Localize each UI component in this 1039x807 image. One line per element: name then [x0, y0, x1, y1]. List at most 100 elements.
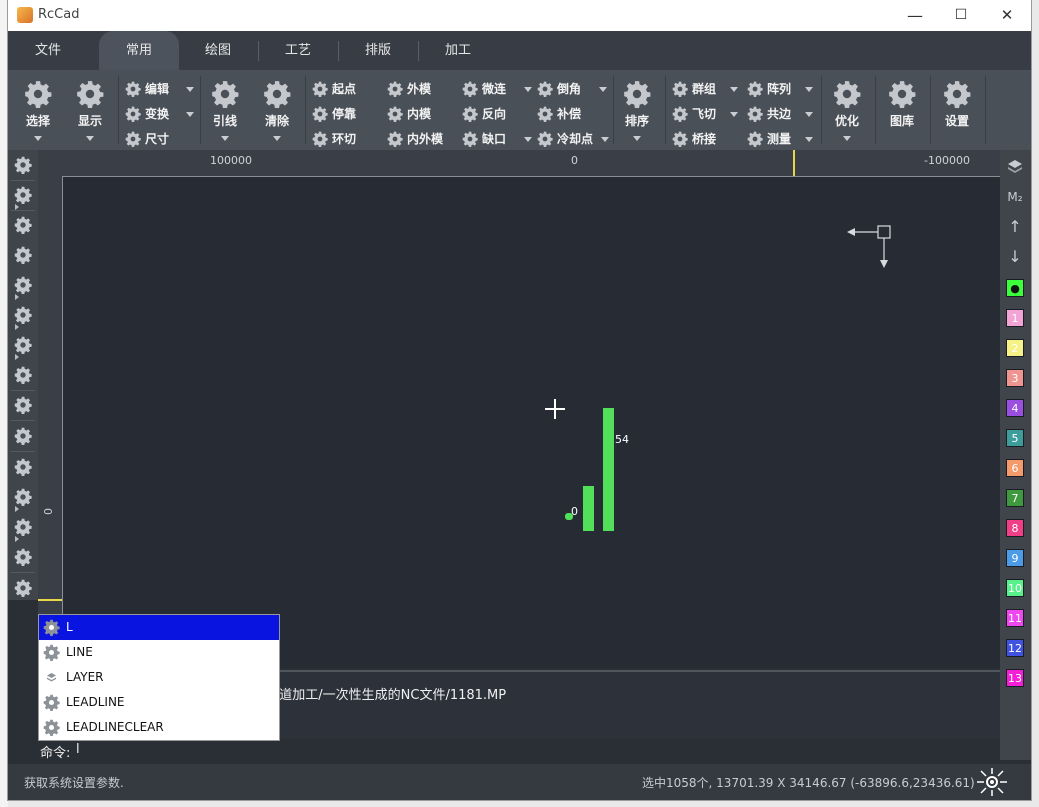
gear-icon [833, 80, 861, 108]
settings-button[interactable]: 设置 [937, 76, 977, 146]
tool-gear-icon[interactable] [14, 246, 32, 264]
part-group[interactable] [603, 408, 614, 531]
layer-color-swatch[interactable]: 12 [1006, 639, 1024, 657]
command-input[interactable] [76, 740, 376, 759]
transform-button[interactable]: 变换 [125, 103, 195, 125]
array-button[interactable]: 阵列 [747, 78, 817, 100]
gear-icon [387, 131, 403, 147]
layer-color-swatch[interactable]: 2 [1006, 339, 1024, 357]
maximize-button[interactable]: ☐ [938, 2, 984, 29]
layer-color-swatch[interactable]: 10 [1006, 579, 1024, 597]
clear-button[interactable]: 清除 [257, 76, 297, 146]
layer-color-swatch[interactable]: 9 [1006, 549, 1024, 567]
autocomplete-item[interactable]: LINE [39, 640, 279, 665]
size-button[interactable]: 尺寸 [125, 128, 185, 150]
layer-color-swatch[interactable]: 7 [1006, 489, 1024, 507]
tab-file[interactable]: 文件 [8, 31, 88, 70]
tool-gear-icon[interactable] [14, 518, 32, 542]
sort-button[interactable]: 排序 [617, 76, 657, 146]
gear-icon [312, 106, 328, 122]
lead-button[interactable]: 引线 [205, 76, 245, 146]
autocomplete-item[interactable]: LEADLINECLEAR [39, 715, 279, 740]
chevron-down-icon [273, 136, 281, 141]
autocomplete-item[interactable]: LAYER [39, 665, 279, 690]
tab-process[interactable]: 工艺 [258, 31, 338, 70]
layer-color-swatch[interactable]: 4 [1006, 399, 1024, 417]
settings-label: 设置 [944, 114, 969, 128]
layer-color-swatch[interactable]: 13 [1006, 669, 1024, 687]
bridge-button[interactable]: 桥接 [672, 128, 732, 150]
fly-cut-button[interactable]: 飞切 [672, 103, 742, 125]
tool-gear-icon[interactable] [14, 548, 32, 566]
common-edge-button[interactable]: 共边 [747, 103, 817, 125]
array-label: 阵列 [767, 82, 792, 96]
tool-gear-icon[interactable] [14, 366, 32, 384]
layer-color-swatch[interactable]: ● [1006, 279, 1024, 297]
layer-color-swatch[interactable]: 5 [1006, 429, 1024, 447]
ribbon-divider [821, 76, 822, 144]
layer-color-swatch[interactable]: 8 [1006, 519, 1024, 537]
tool-divider [11, 420, 35, 421]
tool-gear-icon[interactable] [14, 488, 32, 512]
chevron-down-icon [805, 87, 813, 92]
ribbon-divider [985, 76, 986, 144]
chevron-down-icon [805, 112, 813, 117]
tool-gear-icon[interactable] [14, 336, 32, 360]
mark-icon[interactable]: M₂ [1006, 188, 1024, 206]
tool-gear-icon[interactable] [14, 427, 32, 445]
edit-button[interactable]: 编辑 [125, 78, 195, 100]
chamfer-button[interactable]: 倒角 [537, 78, 607, 100]
inner-mold-button[interactable]: 内模 [387, 103, 447, 125]
layers-icon[interactable] [1006, 158, 1024, 176]
ribbon-divider [200, 76, 201, 144]
drawing-canvas[interactable]: 100000 0 -100000 0 54 0 [38, 150, 1000, 668]
autocomplete-item[interactable]: L [39, 615, 279, 640]
arrow-down-icon[interactable]: ↓ [1006, 248, 1024, 266]
compensate-button[interactable]: 补偿 [537, 103, 597, 125]
notch-button[interactable]: 缺口 [462, 128, 532, 150]
tool-gear-icon[interactable] [14, 216, 32, 234]
tool-gear-icon[interactable] [14, 156, 32, 174]
layer-color-swatch[interactable]: 11 [1006, 609, 1024, 627]
part-group[interactable] [583, 486, 594, 531]
group-button[interactable]: 群组 [672, 78, 742, 100]
reverse-button[interactable]: 反向 [462, 103, 522, 125]
drawing-area[interactable]: 54 0 [63, 177, 1000, 668]
tab-nesting[interactable]: 排版 [338, 31, 418, 70]
display-button[interactable]: 显示 [70, 76, 110, 146]
arrow-up-icon[interactable]: ↑ [1006, 218, 1024, 236]
selection-info: 选中1058个, 13701.39 X 34146.67 (-63896.6,2… [642, 776, 975, 790]
tool-gear-icon[interactable] [14, 186, 32, 210]
layer-color-swatch[interactable]: 6 [1006, 459, 1024, 477]
tab-common[interactable]: 常用 [99, 31, 179, 70]
gear-icon [462, 81, 478, 97]
micro-link-button[interactable]: 微连 [462, 78, 532, 100]
tool-gear-icon[interactable] [14, 396, 32, 414]
autocomplete-item[interactable]: LEADLINE [39, 690, 279, 715]
dock-button[interactable]: 停靠 [312, 103, 372, 125]
ring-cut-button[interactable]: 环切 [312, 128, 372, 150]
chevron-down-icon [186, 87, 194, 92]
tool-gear-icon[interactable] [14, 306, 32, 330]
close-button[interactable]: ✕ [984, 2, 1030, 29]
cooling-point-button[interactable]: 冷却点 [537, 128, 609, 150]
tab-machining[interactable]: 加工 [418, 31, 498, 70]
layer-color-swatch[interactable]: 3 [1006, 369, 1024, 387]
minimize-button[interactable]: — [892, 2, 938, 29]
library-button[interactable]: 图库 [882, 76, 922, 146]
autocomplete-item-label: L [66, 620, 73, 634]
tool-gear-icon[interactable] [14, 276, 32, 300]
start-point-button[interactable]: 起点 [312, 78, 372, 100]
tool-gear-icon[interactable] [14, 579, 32, 597]
ribbon-tab-bar: 文件 常用 绘图 工艺 排版 加工 [8, 31, 1031, 70]
measure-button[interactable]: 测量 [747, 128, 817, 150]
select-button[interactable]: 选择 [18, 76, 58, 146]
inner-outer-mold-button[interactable]: 内外模 [387, 128, 457, 150]
optimize-button[interactable]: 优化 [827, 76, 867, 146]
laser-icon[interactable] [974, 766, 1010, 798]
tab-draw[interactable]: 绘图 [178, 31, 258, 70]
app-window: RcCad — ☐ ✕ 文件 常用 绘图 工艺 排版 加工 选择 显示 编辑 变… [8, 0, 1031, 800]
tool-gear-icon[interactable] [14, 458, 32, 476]
outer-mold-button[interactable]: 外模 [387, 78, 447, 100]
layer-color-swatch[interactable]: 1 [1006, 309, 1024, 327]
